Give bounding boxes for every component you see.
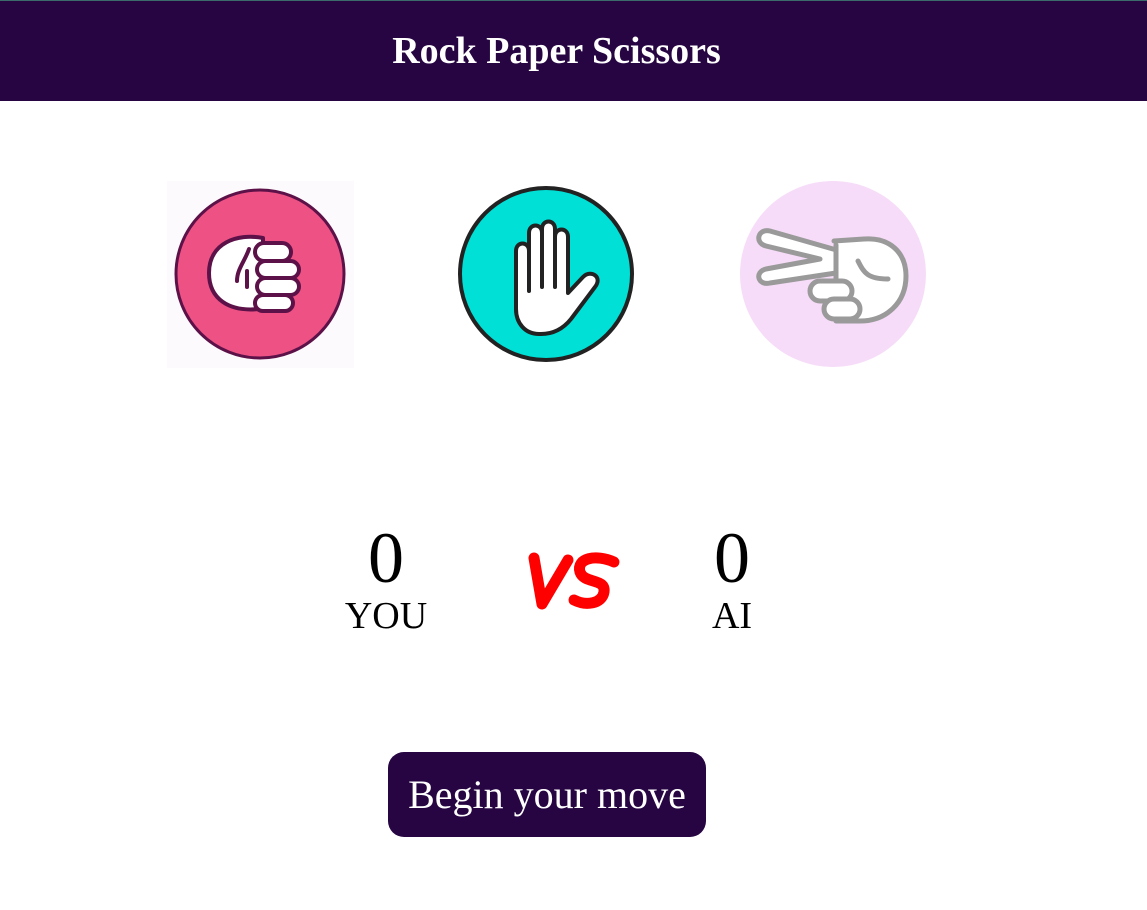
header-bar: Rock Paper Scissors <box>0 0 1147 101</box>
scissors-hand-icon <box>740 181 926 367</box>
vs-icon <box>528 552 620 610</box>
ai-score: 0 <box>714 518 750 598</box>
scissors-choice-button[interactable] <box>740 181 927 368</box>
player-score-block: 0 YOU <box>306 518 466 638</box>
begin-move-button[interactable]: Begin your move <box>388 752 706 837</box>
player-label: YOU <box>344 595 428 637</box>
open-hand-icon <box>458 186 634 362</box>
rock-choice-button[interactable] <box>167 181 354 368</box>
paper-choice-button[interactable] <box>453 181 640 368</box>
ai-label: AI <box>711 595 753 637</box>
ai-score-block: 0 AI <box>652 518 812 638</box>
page-title: Rock Paper Scissors <box>392 30 721 72</box>
fist-icon <box>167 181 354 368</box>
player-score: 0 <box>368 518 404 598</box>
